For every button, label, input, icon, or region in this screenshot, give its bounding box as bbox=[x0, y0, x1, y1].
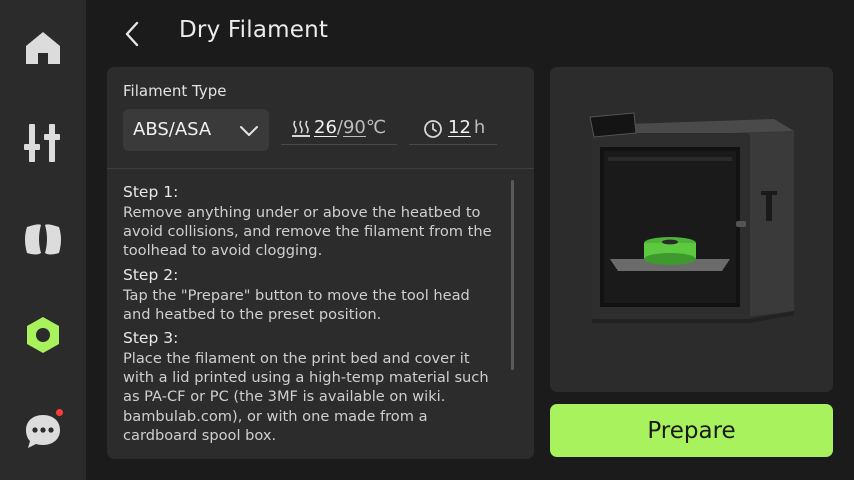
filament-type-label: Filament Type bbox=[123, 82, 227, 100]
page-title: Dry Filament bbox=[179, 17, 329, 43]
temperature-unit: ℃ bbox=[365, 117, 387, 138]
printer-image-panel bbox=[550, 67, 833, 392]
header: Dry Filament bbox=[86, 0, 854, 66]
filament-spool-icon[interactable] bbox=[21, 217, 65, 261]
target-temperature[interactable]: 90 bbox=[343, 117, 366, 138]
chevron-down-icon bbox=[239, 123, 259, 142]
hex-nut-icon[interactable] bbox=[21, 313, 65, 357]
step-text: Tap the "Prepare" button to move the too… bbox=[123, 286, 470, 323]
divider bbox=[107, 168, 534, 169]
current-temperature: 26 bbox=[314, 117, 337, 138]
duration-field[interactable]: 12 h bbox=[409, 111, 497, 145]
clock-icon bbox=[423, 119, 443, 143]
sliders-icon[interactable] bbox=[21, 121, 65, 165]
step-text: Remove anything under or above the heatb… bbox=[123, 204, 492, 260]
filament-type-value: ABS/ASA bbox=[133, 119, 212, 140]
scrollbar[interactable] bbox=[511, 180, 514, 370]
step-heading: Step 2: bbox=[123, 265, 179, 284]
duration-unit: h bbox=[473, 117, 486, 138]
temperature-field[interactable]: 26/90℃ bbox=[281, 111, 397, 145]
settings-panel: Filament Type ABS/ASA 26/90℃ 12 h Step 1… bbox=[107, 67, 534, 459]
heat-icon bbox=[291, 119, 311, 143]
duration-value[interactable]: 12 bbox=[448, 117, 471, 138]
temperature-readout: 26/90℃ bbox=[314, 117, 386, 138]
back-arrow-icon[interactable] bbox=[122, 20, 142, 48]
prepare-button[interactable]: Prepare bbox=[550, 404, 833, 457]
filament-type-dropdown[interactable]: ABS/ASA bbox=[123, 109, 269, 151]
step-heading: Step 3: bbox=[123, 329, 179, 348]
printer-illustration bbox=[589, 112, 794, 323]
notification-dot bbox=[56, 409, 63, 416]
duration-readout: 12 h bbox=[448, 117, 485, 138]
chat-bubble-icon[interactable] bbox=[21, 409, 65, 453]
step-text: Place the filament on the print bed and … bbox=[123, 350, 489, 444]
sidebar-nav bbox=[0, 0, 86, 480]
step-heading: Step 1: bbox=[123, 183, 179, 201]
instruction-steps: Step 1: Remove anything under or above t… bbox=[123, 181, 501, 448]
home-icon[interactable] bbox=[21, 26, 65, 70]
